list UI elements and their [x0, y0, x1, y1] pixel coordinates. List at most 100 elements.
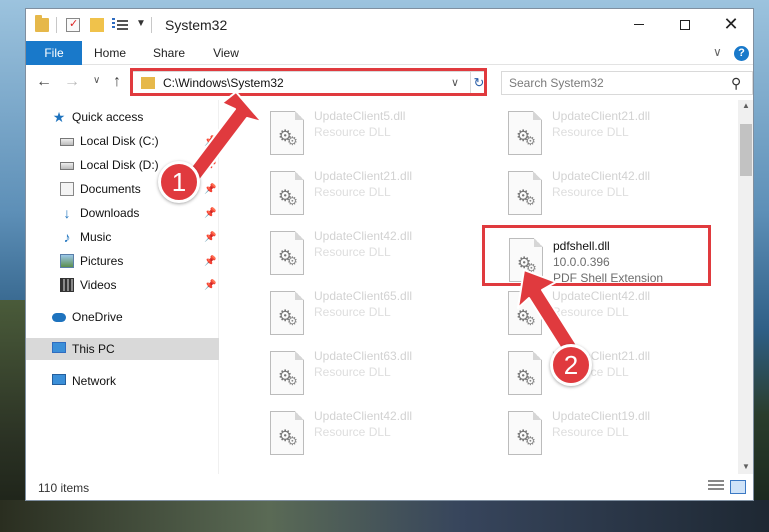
customize-toolbar-dropdown-icon[interactable]: ▼ [136, 18, 146, 29]
status-bar: 110 items [26, 474, 753, 500]
dll-file-icon: ⚙ ⚙ [508, 291, 542, 335]
sidebar-item-pictures[interactable]: Pictures 📌 [26, 250, 219, 272]
sidebar-item-music[interactable]: ♪ Music 📌 [26, 226, 219, 248]
step-badge-2: 2 [550, 344, 592, 386]
file-list: ⚙ ⚙ UpdateClient5.dll Resource DLL ⚙ ⚙ Upd… [220, 100, 738, 474]
computer-icon [52, 342, 66, 353]
up-arrow-icon[interactable]: ↑ [113, 73, 121, 91]
file-item[interactable]: ⚙ ⚙ UpdateClient63.dll Resource DLL [252, 345, 482, 401]
scroll-down-arrow-icon[interactable]: ▼ [742, 462, 750, 471]
file-name: UpdateClient42.dll [314, 409, 413, 423]
help-icon[interactable]: ? [734, 46, 749, 61]
title-bar[interactable]: ▼ System32 ✕ [26, 9, 753, 41]
star-icon: ★ [52, 109, 66, 125]
details-view-icon[interactable] [708, 480, 724, 494]
dll-file-icon: ⚙ ⚙ [270, 171, 304, 215]
highlight-box-address [130, 68, 487, 96]
sidebar-item-onedrive[interactable]: OneDrive [26, 306, 219, 328]
new-folder-icon[interactable] [90, 18, 104, 32]
file-item[interactable]: ⚙ ⚙ UpdateClient42.dll Resource DLL [490, 285, 720, 341]
scroll-up-arrow-icon[interactable]: ▲ [742, 101, 750, 110]
pin-icon[interactable]: 📌 [204, 275, 216, 297]
close-button[interactable]: ✕ [708, 9, 753, 41]
toolbar-divider [56, 17, 57, 33]
forward-arrow-icon[interactable]: → [64, 73, 80, 91]
title-divider [151, 17, 152, 33]
pin-icon[interactable]: 📌 [204, 203, 216, 225]
file-name: UpdateClient42.dll [314, 229, 413, 243]
pin-icon[interactable]: 📌 [204, 227, 216, 249]
tab-file[interactable]: File [26, 41, 82, 65]
file-item[interactable]: ⚙ ⚙ UpdateClient19.dll Resource DLL [490, 405, 720, 461]
file-item[interactable]: ⚙⚙ UpdateClient21.dll Resource DLL [252, 165, 482, 221]
file-description: Resource DLL [314, 425, 391, 439]
sidebar-item-label: Downloads [80, 206, 140, 220]
window-title: System32 [165, 17, 228, 33]
view-options-icon[interactable] [112, 18, 128, 32]
sidebar-item-label: Local Disk (C:) [80, 134, 159, 148]
pin-icon[interactable]: 📌 [204, 155, 216, 177]
file-description: Resource DLL [552, 185, 629, 199]
step-badge-1: 1 [158, 161, 200, 203]
dll-file-icon: ⚙ ⚙ [508, 111, 542, 155]
ribbon: File Home Share View ∨ ? [26, 41, 753, 65]
file-description: Resource DLL [552, 305, 629, 319]
sidebar-item-label: Videos [80, 278, 117, 292]
pin-icon[interactable]: 📌 [204, 251, 216, 273]
file-name: UpdateClient21.dll [314, 169, 413, 183]
tab-view[interactable]: View [206, 41, 246, 65]
file-item[interactable]: ⚙ ⚙ UpdateClient42.dll Resource DLL [252, 225, 482, 281]
file-item[interactable]: ⚙ ⚙ UpdateClient65.dll Resource DLL [252, 285, 482, 341]
search-placeholder: Search System32 [509, 76, 604, 90]
expand-ribbon-chevron-icon[interactable]: ∨ [713, 45, 722, 59]
file-description: Resource DLL [314, 185, 391, 199]
pin-icon[interactable]: 📌 [204, 179, 216, 201]
dll-file-icon: ⚙ ⚙ [270, 231, 304, 275]
maximize-button[interactable] [662, 9, 708, 41]
item-count: 110 items [38, 481, 90, 495]
search-input[interactable]: Search System32 ⚲ [501, 71, 753, 95]
tiles-view-icon[interactable] [730, 480, 746, 494]
dll-file-icon: ⚙ ⚙ [508, 411, 542, 455]
dll-file-icon: ⚙ ⚙ [508, 171, 542, 215]
dll-file-icon: ⚙ ⚙ [270, 291, 304, 335]
cloud-icon [52, 313, 66, 322]
file-name: UpdateClient63.dll [314, 349, 413, 363]
tab-share[interactable]: Share [146, 41, 192, 65]
documents-icon [60, 182, 74, 196]
sidebar-item-downloads[interactable]: ↓ Downloads 📌 [26, 202, 219, 224]
back-arrow-icon[interactable]: ← [36, 73, 52, 91]
dll-file-icon: ⚙ ⚙ [270, 351, 304, 395]
recent-locations-chevron-icon[interactable]: ∨ [93, 75, 100, 86]
sidebar-item-network[interactable]: Network [26, 370, 219, 392]
minimize-button[interactable] [616, 9, 662, 41]
file-name: UpdateClient42.dll [552, 169, 651, 183]
drive-icon [60, 138, 74, 146]
sidebar-item-local-disk-c[interactable]: Local Disk (C:) 📌 [26, 130, 219, 152]
sidebar-item-label: This PC [72, 342, 115, 356]
sidebar-item-quick-access[interactable]: ★ Quick access [26, 106, 219, 128]
tab-home[interactable]: Home [88, 41, 132, 65]
file-name: UpdateClient5.dll [314, 109, 406, 123]
pin-icon[interactable]: 📌 [204, 131, 216, 153]
sidebar-item-videos[interactable]: Videos 📌 [26, 274, 219, 296]
drive-icon [60, 162, 74, 170]
file-item[interactable]: ⚙ ⚙ UpdateClient42.dll Resource DLL [252, 405, 482, 461]
pictures-icon [60, 254, 74, 268]
properties-icon[interactable] [66, 17, 80, 32]
navigation-pane: ★ Quick access Local Disk (C:) 📌 Local D… [26, 100, 219, 474]
maximize-icon [680, 19, 690, 30]
search-icon[interactable]: ⚲ [731, 75, 741, 92]
sidebar-item-label: Quick access [72, 110, 144, 124]
sidebar-item-label: Music [80, 230, 112, 244]
file-name: UpdateClient19.dll [552, 409, 651, 423]
file-item[interactable]: ⚙⚙ UpdateClient21.dll Resource DLL [490, 345, 720, 401]
file-item[interactable]: ⚙ ⚙ UpdateClient42.dll Resource DLL [490, 165, 720, 221]
file-item[interactable]: ⚙⚙ UpdateClient21.dll Resource DLL [490, 105, 720, 161]
sidebar-item-label: OneDrive [72, 310, 123, 324]
file-item[interactable]: ⚙ ⚙ UpdateClient5.dll Resource DLL [252, 105, 482, 161]
vertical-scrollbar[interactable]: ▲ ▼ [738, 100, 753, 474]
scrollbar-thumb[interactable] [740, 124, 752, 176]
sidebar-item-this-pc[interactable]: This PC [26, 338, 219, 360]
file-description: Resource DLL [314, 365, 391, 379]
